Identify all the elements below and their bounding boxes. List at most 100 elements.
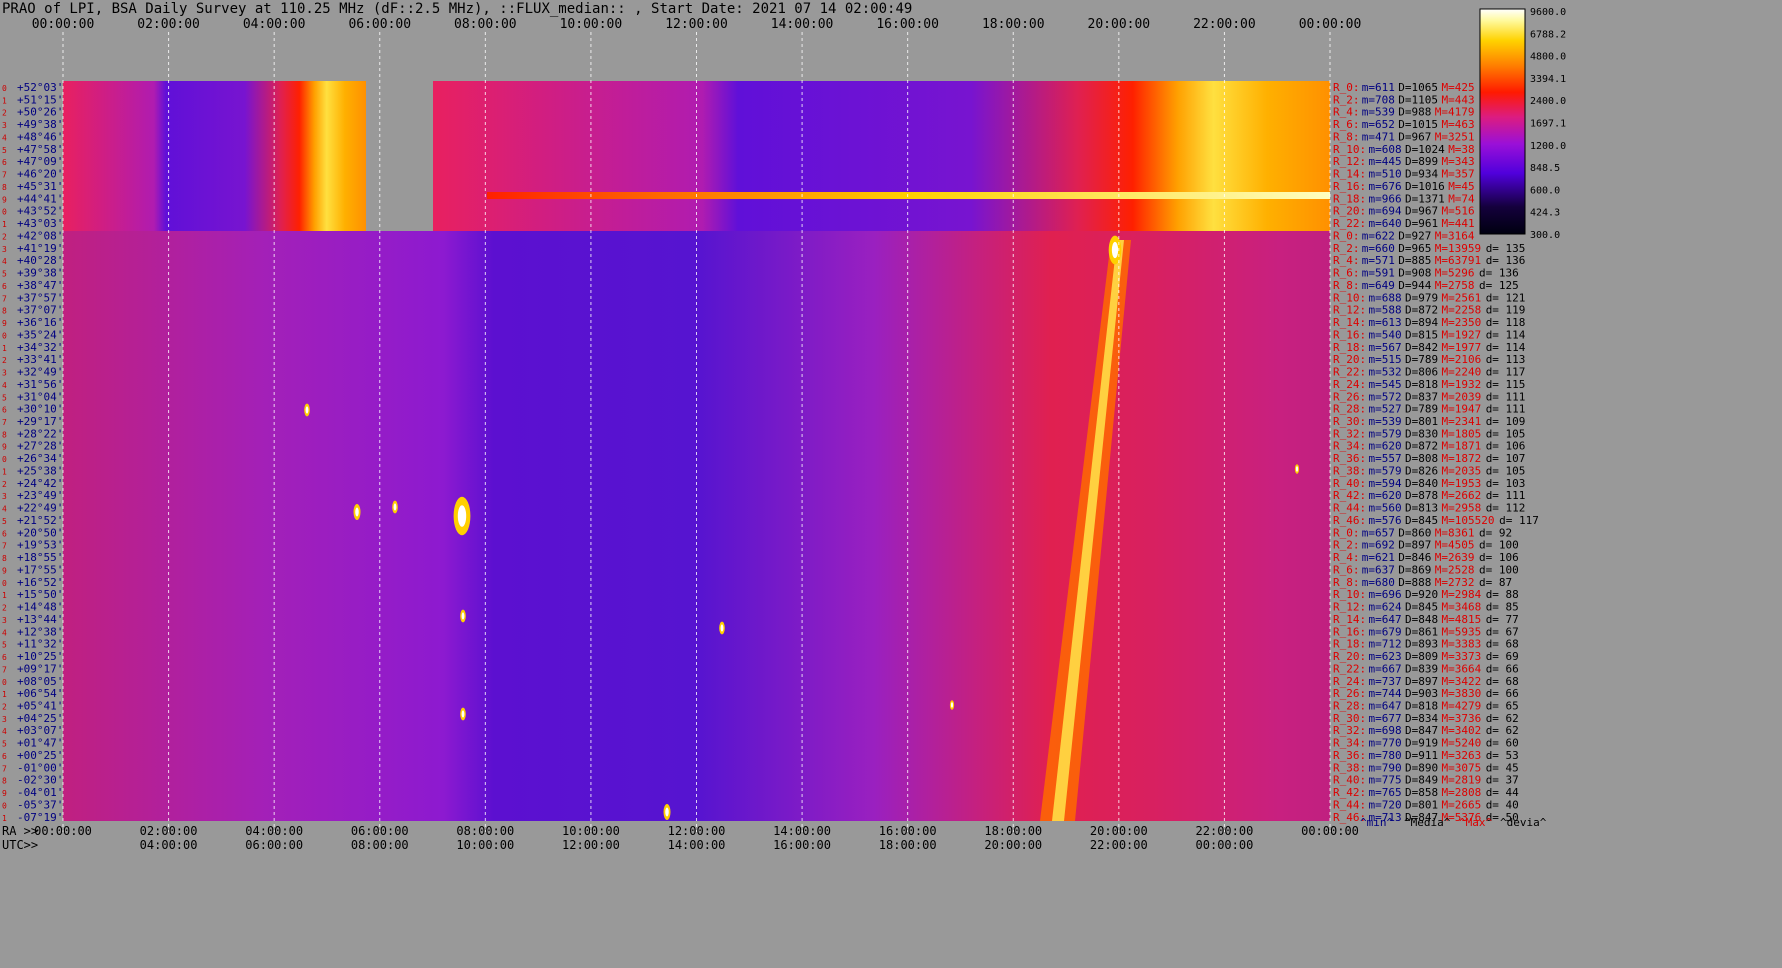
stat-max: M=1927: [1442, 328, 1482, 341]
dec-label: +36°16': [17, 316, 63, 329]
utc-axis-label: UTC>>: [2, 838, 38, 852]
stat-median: D=847: [1405, 724, 1438, 737]
stat-median: D=903: [1405, 687, 1438, 700]
row-index: 3: [2, 616, 7, 625]
top-tick-label: 20:00:00: [1088, 17, 1151, 32]
stat-median: D=813: [1405, 502, 1438, 515]
row-index: 0: [2, 208, 7, 217]
dec-label: +47°58': [17, 143, 63, 156]
stat-beam: R_2:: [1333, 539, 1360, 552]
stat-min: m=622: [1362, 229, 1395, 242]
dec-label: -02°30': [17, 774, 63, 787]
stat-median: D=967: [1405, 205, 1438, 218]
ra-tick-label: 22:00:00: [1196, 824, 1254, 838]
dec-label: +24°42': [17, 477, 63, 490]
heatmap-plot-area: [62, 32, 1331, 832]
radio-source-core: [457, 505, 467, 527]
row-index: 5: [2, 270, 7, 279]
stat-min: m=652: [1362, 118, 1395, 131]
dec-label: +51°15': [17, 93, 63, 106]
row-index: 1: [2, 344, 7, 353]
stat-min: m=527: [1369, 403, 1402, 416]
top-tick-label: 02:00:00: [137, 17, 200, 32]
dec-label: +19°53': [17, 539, 63, 552]
stat-min: m=579: [1369, 427, 1402, 440]
stat-min: m=539: [1362, 106, 1395, 119]
stat-deviation: d= 88: [1486, 588, 1519, 601]
dec-label: +45°31': [17, 180, 63, 193]
row-index: 9: [2, 789, 7, 798]
dec-label: +06°54': [17, 687, 63, 700]
stat-max: M=4179: [1435, 106, 1475, 119]
row-index: 8: [2, 183, 7, 192]
dec-label: +32°49': [17, 366, 63, 379]
stat-min: m=637: [1362, 563, 1395, 576]
stat-deviation: d= 115: [1486, 378, 1526, 391]
stat-max: M=443: [1442, 93, 1475, 106]
stat-min: m=557: [1369, 452, 1402, 465]
stat-min: m=567: [1369, 341, 1402, 354]
utc-tick-label: 04:00:00: [140, 838, 198, 852]
top-tick-label: 14:00:00: [771, 17, 834, 32]
stat-deviation: d= 111: [1486, 390, 1526, 403]
legend-footer-item: ^devia^: [1500, 816, 1547, 829]
ra-tick-label: 00:00:00: [1301, 824, 1359, 838]
dec-label: +46°20': [17, 168, 63, 181]
stat-beam: R_32:: [1333, 427, 1366, 440]
stat-deviation: d= 136: [1486, 254, 1526, 267]
stat-min: m=688: [1369, 291, 1402, 304]
stat-beam: R_4:: [1333, 551, 1360, 564]
row-index: 1: [2, 220, 7, 229]
row-index: 2: [2, 604, 7, 613]
stat-deviation: d= 53: [1486, 749, 1519, 762]
stat-max: M=1947: [1442, 403, 1482, 416]
stat-beam: R_6:: [1333, 118, 1360, 131]
stat-deviation: d= 112: [1486, 502, 1526, 515]
row-index: 6: [2, 529, 7, 538]
stat-beam: R_36:: [1333, 749, 1366, 762]
stat-median: D=897: [1405, 675, 1438, 688]
heatmap-upper-block-right: [433, 81, 1330, 231]
row-index: 1: [2, 96, 7, 105]
stat-median: D=979: [1405, 291, 1438, 304]
stat-deviation: d= 113: [1486, 353, 1526, 366]
bottom-time-axes: RA >>00:00:00 02:00:00 04:00:00 06:00:00 08:…: [2, 824, 1359, 852]
stat-median: D=899: [1405, 155, 1438, 168]
stat-deviation: d= 100: [1479, 563, 1519, 576]
stat-beam: R_26:: [1333, 390, 1366, 403]
dec-label: +18°55': [17, 551, 63, 564]
stat-min: m=571: [1362, 254, 1395, 267]
stat-median: D=801: [1405, 798, 1438, 811]
row-index: 3: [2, 492, 7, 501]
dec-label: +05°41': [17, 700, 63, 713]
stat-beam: R_40:: [1333, 774, 1366, 787]
stat-median: D=872: [1405, 440, 1438, 453]
stat-min: m=613: [1369, 316, 1402, 329]
row-index: 9: [2, 319, 7, 328]
stat-median: D=911: [1405, 749, 1438, 762]
survey-heatmap-chart: 00:00:00 02:00:00 04:00:00 06:00:00 08:00:00…: [2, 7, 1566, 852]
colorbar-tick: 848.5: [1530, 163, 1560, 174]
dec-label: +29°17': [17, 415, 63, 428]
stat-median: D=837: [1405, 390, 1438, 403]
top-tick-label: 18:00:00: [982, 17, 1045, 32]
row-index: 0: [2, 801, 7, 810]
stat-min: m=696: [1369, 588, 1402, 601]
colorbar-tick: 2400.0: [1530, 96, 1566, 107]
stat-median: D=961: [1405, 217, 1438, 230]
dec-label: +33°41': [17, 353, 63, 366]
stat-median: D=834: [1405, 712, 1438, 725]
row-index: 8: [2, 430, 7, 439]
row-index: 2: [2, 232, 7, 241]
dec-label: +14°48': [17, 601, 63, 614]
stat-min: m=624: [1369, 601, 1402, 614]
dec-label: +17°55': [17, 563, 63, 576]
stat-beam: R_8:: [1333, 576, 1360, 589]
legend-footer-item: ^Media^: [1404, 816, 1451, 829]
stat-deviation: d= 37: [1486, 774, 1519, 787]
stat-median: D=830: [1405, 427, 1438, 440]
stat-min: m=720: [1369, 798, 1402, 811]
row-index: 9: [2, 566, 7, 575]
stat-beam: R_6:: [1333, 563, 1360, 576]
row-index: 3: [2, 121, 7, 130]
